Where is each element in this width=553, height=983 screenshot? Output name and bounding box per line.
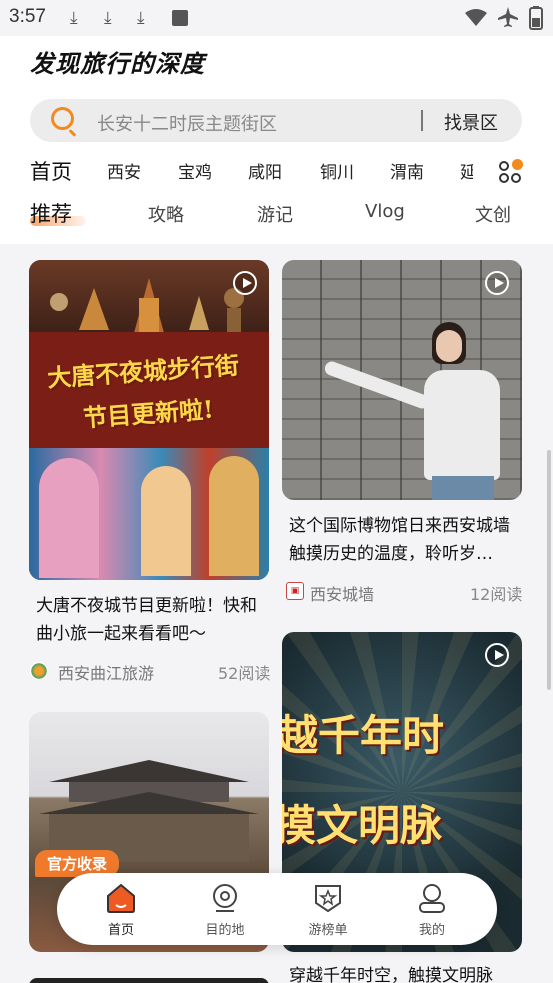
find-scenic-button[interactable]: 找景区 bbox=[444, 109, 498, 135]
city-tab-xian[interactable]: 西安 bbox=[107, 158, 141, 183]
city-nav: 首页 西安 宝鸡 咸阳 铜川 渭南 延 bbox=[0, 152, 553, 188]
feed-card-image[interactable]: 大唐不夜城步行街 节目更新啦! bbox=[29, 260, 269, 580]
tab-guide[interactable]: 攻略 bbox=[148, 201, 184, 227]
home-icon bbox=[106, 883, 136, 913]
nav-profile-label: 我的 bbox=[418, 923, 445, 938]
airplane-icon bbox=[498, 7, 518, 27]
content-tabs: 推荐 攻略 游记 Vlog 文创 bbox=[0, 196, 553, 230]
more-categories-icon[interactable] bbox=[499, 159, 524, 185]
tab-travelogue[interactable]: 游记 bbox=[257, 201, 293, 227]
brand-logo: 发现旅行的深度 bbox=[30, 49, 205, 78]
card-image-headline-2: 摸文明脉 bbox=[282, 801, 443, 850]
city-tab-weinan[interactable]: 渭南 bbox=[390, 158, 424, 183]
search-icon bbox=[51, 107, 74, 130]
nav-profile[interactable]: 我的 bbox=[392, 883, 472, 938]
star-badge-icon bbox=[313, 883, 343, 913]
search-bar[interactable]: 长安十二时辰主题街区 找景区 bbox=[30, 99, 522, 142]
tab-recommend[interactable]: 推荐 bbox=[30, 198, 72, 228]
nav-destination[interactable]: 目的地 bbox=[185, 883, 265, 938]
wifi-icon bbox=[465, 9, 487, 26]
author-avatar: ▣ bbox=[286, 582, 304, 600]
feed-card-image[interactable] bbox=[282, 260, 522, 500]
city-tab-baoji[interactable]: 宝鸡 bbox=[178, 158, 212, 183]
status-bar: 3:57 ⤓ ⤓ ⤓ bbox=[0, 0, 553, 36]
performer-figure bbox=[141, 466, 191, 576]
keyboard-a-icon bbox=[172, 10, 188, 26]
search-divider bbox=[421, 110, 423, 131]
palace-illustration bbox=[39, 760, 259, 862]
nav-ranking-label: 游榜单 bbox=[308, 923, 348, 938]
city-tab-tongchuan[interactable]: 铜川 bbox=[320, 158, 354, 183]
play-icon bbox=[485, 643, 509, 667]
play-icon bbox=[485, 271, 509, 295]
card-image-headline-1: 越千年时 bbox=[282, 711, 445, 760]
nav-home-label: 首页 bbox=[107, 923, 134, 938]
person-sweater bbox=[424, 370, 500, 480]
status-time: 3:57 bbox=[9, 6, 46, 27]
scrollbar[interactable] bbox=[547, 450, 551, 690]
pagoda-illustration bbox=[50, 278, 244, 333]
city-tab-yanan[interactable]: 延 bbox=[460, 158, 473, 183]
card-author[interactable]: 西安曲江旅游 bbox=[58, 660, 154, 684]
download-icon: ⤓ bbox=[104, 8, 112, 28]
feed-card-image[interactable] bbox=[29, 978, 269, 983]
tab-creative[interactable]: 文创 bbox=[475, 201, 511, 227]
download-icon: ⤓ bbox=[70, 8, 78, 28]
card-title[interactable]: 这个国际博物馆日来西安城墙触摸历史的温度，聆听岁… bbox=[289, 512, 519, 568]
author-avatar bbox=[30, 662, 48, 680]
card-title[interactable]: 穿越千年时空，触摸文明脉 bbox=[289, 962, 519, 983]
person-face bbox=[436, 330, 462, 362]
city-tab-home[interactable]: 首页 bbox=[30, 156, 72, 186]
user-icon bbox=[417, 883, 447, 913]
nav-ranking[interactable]: 游榜单 bbox=[288, 883, 368, 938]
play-icon bbox=[233, 271, 257, 295]
performer-figure bbox=[39, 458, 99, 578]
tab-vlog[interactable]: Vlog bbox=[365, 201, 405, 222]
card-author[interactable]: 西安城墙 bbox=[310, 581, 374, 605]
location-icon bbox=[210, 883, 240, 913]
card-read-count: 12阅读 bbox=[470, 585, 523, 604]
performer-figure bbox=[209, 456, 259, 576]
battery-icon bbox=[529, 6, 543, 30]
bottom-navigation: 首页 目的地 游榜单 我的 bbox=[57, 873, 497, 945]
search-input[interactable]: 长安十二时辰主题街区 bbox=[97, 110, 277, 136]
nav-destination-label: 目的地 bbox=[205, 923, 245, 938]
nav-home[interactable]: 首页 bbox=[81, 883, 161, 938]
card-title[interactable]: 大唐不夜城节目更新啦！快和曲小旅一起来看看吧～ bbox=[36, 592, 264, 648]
card-read-count: 52阅读 bbox=[218, 664, 271, 683]
download-icon: ⤓ bbox=[137, 8, 145, 28]
city-tab-xianyang[interactable]: 咸阳 bbox=[248, 158, 282, 183]
